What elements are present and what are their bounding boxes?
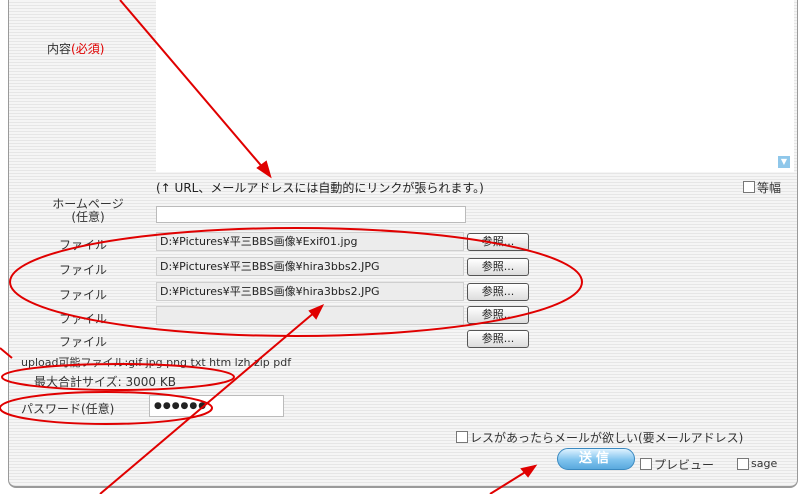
content-label: 内容(必須) (47, 42, 105, 56)
monospace-checkbox[interactable] (743, 181, 755, 193)
browse-button-3[interactable]: 参照... (467, 283, 529, 301)
scroll-down-icon[interactable]: ▼ (778, 156, 790, 168)
max-size-text: 最大合計サイズ: 3000 KB (34, 375, 176, 389)
sage-checkbox[interactable] (737, 458, 749, 470)
required-mark: (必須) (71, 42, 105, 56)
file-label-4: ファイル (59, 312, 108, 326)
url-autolink-note: (↑ URL、メールアドレスには自動的にリンクが張られます。) (156, 181, 484, 195)
content-textarea[interactable]: ▼ (156, 0, 794, 172)
post-form-panel: 内容(必須) ▼ (↑ URL、メールアドレスには自動的にリンクが張られます。)… (8, 0, 798, 488)
browse-button-1[interactable]: 参照... (467, 233, 529, 251)
sage-label: sage (751, 457, 778, 470)
homepage-label-optional: (任意) (71, 210, 105, 224)
preview-label: プレビュー (654, 458, 715, 472)
browse-button-2[interactable]: 参照... (467, 258, 529, 276)
password-input[interactable]: ●●●●●● (149, 395, 284, 417)
file-label-3: ファイル (59, 288, 108, 302)
password-label: パスワード(任意) (21, 402, 115, 416)
mail-notify-checkbox[interactable] (456, 431, 468, 443)
file-path-input-4[interactable] (156, 306, 464, 325)
file-path-input-3[interactable]: D:¥Pictures¥平三BBS画像¥hira3bbs2.JPG (156, 282, 464, 301)
homepage-label: ホームページ (任意) (38, 198, 138, 224)
browse-button-5[interactable]: 参照... (467, 330, 529, 348)
file-path-input-1[interactable]: D:¥Pictures¥平三BBS画像¥Exif01.jpg (156, 232, 464, 251)
file-label-5: ファイル (59, 335, 108, 349)
file-label-2: ファイル (59, 263, 108, 277)
file-label-1: ファイル (59, 238, 108, 252)
preview-checkbox[interactable] (640, 458, 652, 470)
file-path-input-2[interactable]: D:¥Pictures¥平三BBS画像¥hira3bbs2.JPG (156, 257, 464, 276)
submit-button[interactable]: 送信 (557, 448, 635, 470)
monospace-label: 等幅 (757, 181, 782, 195)
homepage-input[interactable] (156, 206, 466, 223)
mail-notify-label: レスがあったらメールが欲しい(要メールアドレス) (470, 431, 744, 445)
upload-types-text: upload可能ファイル:gif jpg png txt htm lzh zip… (21, 356, 292, 369)
browse-button-4[interactable]: 参照... (467, 306, 529, 324)
